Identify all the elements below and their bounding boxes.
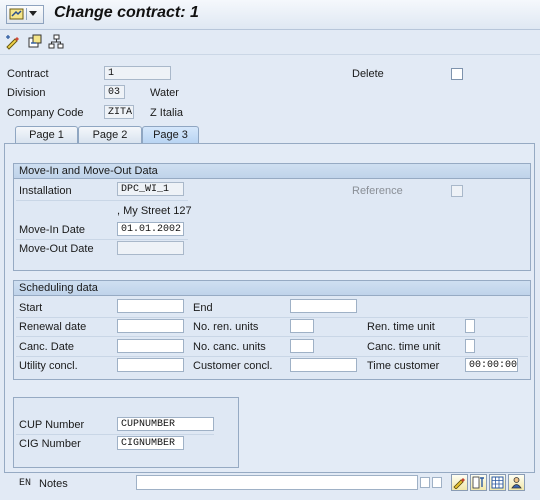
display-change-icon[interactable] (5, 34, 21, 50)
renewal-date-field[interactable] (117, 319, 184, 333)
object-services-icon[interactable] (27, 34, 43, 50)
ren-time-unit-field[interactable] (465, 319, 475, 333)
table-button[interactable] (489, 474, 506, 491)
cig-number-field[interactable]: CIGNUMBER (117, 436, 184, 450)
ren-time-unit-label: Ren. time unit (367, 321, 435, 333)
start-label: Start (19, 302, 43, 314)
edit-notes-button[interactable] (451, 474, 468, 491)
delete-label: Delete (352, 68, 384, 80)
text-icon (472, 476, 484, 489)
menu-icon (9, 8, 24, 20)
canc-date-label: Canc. Date (19, 341, 75, 353)
movein-date-field[interactable]: 01.01.2002 (117, 222, 184, 236)
installation-field[interactable]: DPC_WI_1 (117, 182, 184, 196)
tab-page-1[interactable]: Page 1 (15, 126, 78, 143)
moveout-date-label: Move-Out Date (19, 243, 94, 255)
ren-units-field[interactable] (290, 319, 314, 333)
end-label: End (193, 302, 213, 314)
tab-page-2[interactable]: Page 2 (78, 126, 142, 143)
row-separator (16, 434, 214, 435)
cup-number-field[interactable]: CUPNUMBER (117, 417, 214, 431)
notes-label: Notes (39, 478, 68, 490)
tab-page-3[interactable]: Page 3 (142, 126, 199, 144)
reference-checkbox[interactable] (451, 185, 463, 197)
scheduling-group-title: Scheduling data (14, 281, 530, 296)
company-code-field[interactable]: ZITA (104, 105, 134, 119)
application-toolbar (0, 30, 540, 55)
division-text: Water (150, 87, 179, 99)
division-label: Division (7, 87, 46, 99)
ren-units-label: No. ren. units (193, 321, 259, 333)
cig-number-label: CIG Number (19, 438, 81, 450)
company-code-label: Company Code (7, 107, 84, 119)
notes-field[interactable] (136, 475, 418, 490)
person-button[interactable] (508, 474, 525, 491)
notes-language: EN (19, 478, 32, 489)
utility-concl-label: Utility concl. (19, 360, 78, 372)
time-customer-label: Time customer (367, 360, 440, 372)
end-field[interactable] (290, 299, 357, 313)
codes-group (13, 397, 239, 468)
moveout-date-field[interactable] (117, 241, 184, 255)
start-field[interactable] (117, 299, 184, 313)
notes-mini-box-2[interactable] (432, 477, 442, 488)
installation-address: , My Street 127 (117, 205, 192, 217)
system-menu-button[interactable] (6, 5, 44, 24)
canc-units-label: No. canc. units (193, 341, 266, 353)
person-icon (511, 477, 522, 489)
row-separator (16, 239, 188, 240)
reference-label: Reference (352, 185, 403, 197)
division-field[interactable]: 03 (104, 85, 125, 99)
cup-number-label: CUP Number (19, 419, 85, 431)
company-code-text: Z Italia (150, 107, 184, 119)
delete-checkbox[interactable] (451, 68, 463, 80)
movein-group-title: Move-In and Move-Out Data (14, 164, 530, 179)
row-separator (16, 356, 528, 357)
customer-concl-field[interactable] (290, 358, 357, 372)
contract-label: Contract (7, 68, 49, 80)
movein-date-label: Move-In Date (19, 224, 86, 236)
contract-field[interactable]: 1 (104, 66, 171, 80)
utility-concl-field[interactable] (117, 358, 184, 372)
renewal-date-label: Renewal date (19, 321, 87, 333)
canc-date-field[interactable] (117, 339, 184, 353)
chevron-down-icon (29, 11, 37, 16)
edit-notes-icon (453, 478, 465, 489)
row-separator (16, 336, 528, 337)
time-customer-field[interactable]: 00:00:00 (465, 358, 518, 372)
customer-concl-label: Customer concl. (193, 360, 273, 372)
notes-mini-box-1[interactable] (420, 477, 430, 488)
window-title: Change contract: 1 (54, 4, 199, 21)
canc-time-unit-label: Canc. time unit (367, 341, 441, 353)
text-button[interactable] (470, 474, 487, 491)
canc-units-field[interactable] (290, 339, 314, 353)
installation-label: Installation (19, 185, 72, 197)
canc-time-unit-field[interactable] (465, 339, 475, 353)
menu-separator (26, 8, 27, 20)
table-icon (491, 476, 504, 489)
row-separator (16, 200, 188, 201)
hierarchy-icon[interactable] (48, 34, 64, 50)
title-bar: Change contract: 1 (0, 0, 540, 30)
row-separator (16, 317, 528, 318)
